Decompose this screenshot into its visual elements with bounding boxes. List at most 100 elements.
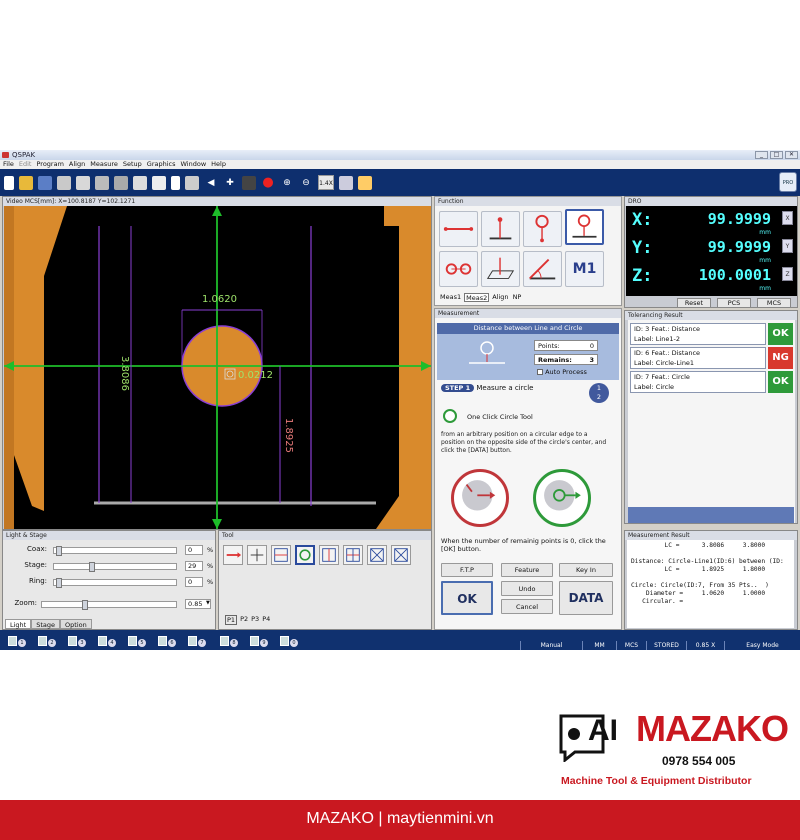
key-in-button[interactable]: Key In [559,563,613,577]
cross-box-tool-2-icon[interactable] [391,545,411,565]
zero-x-button[interactable]: X [782,211,793,225]
coax-value[interactable]: 0 [185,545,203,555]
line-distance-button[interactable] [439,211,478,247]
doc-slot-8-icon[interactable]: 8 [220,636,238,648]
tab-np[interactable]: NP [512,293,523,302]
ftp-button[interactable]: F.T.P [441,563,493,577]
crosshair-tool-icon[interactable] [247,545,267,565]
feature-button[interactable]: Feature [501,563,553,577]
doc-slot-6-icon[interactable]: 6 [158,636,176,648]
menu-help[interactable]: Help [211,160,226,169]
grid-icon[interactable] [339,175,353,190]
plane-point-button[interactable] [481,251,520,287]
tool-page-p2[interactable]: P2 [240,615,248,625]
circle-tool-right-icon[interactable] [533,469,591,527]
tab-stage[interactable]: Stage [31,619,61,629]
zero-y-button[interactable]: Y [782,239,793,253]
tolerance-row[interactable]: ID: 3 Feat.: Distance Label: Line1-2 [630,323,766,345]
undo-button[interactable]: Undo [501,581,553,596]
speaker-icon[interactable]: ◀ [204,176,218,190]
reset-button[interactable]: Reset [677,298,711,308]
mcs-button[interactable]: MCS [757,298,791,308]
stage-value[interactable]: 29 [185,561,203,571]
slider-thumb[interactable] [81,600,88,610]
stage-slider[interactable] [53,562,177,572]
zoom-out-icon[interactable]: ⊖ [299,176,313,190]
copy-icon[interactable] [76,175,90,190]
point-line-button[interactable] [481,211,520,247]
menu-program[interactable]: Program [36,160,63,169]
slider-thumb[interactable] [56,546,62,556]
doc-slot-9-icon[interactable]: 9 [250,636,268,648]
maximize-button[interactable]: □ [770,151,783,159]
tool-page-p3[interactable]: P3 [251,615,259,625]
tolerance-row[interactable]: ID: 7 Feat.: Circle Label: Circle [630,371,766,393]
data-button[interactable]: DATA [559,581,613,615]
print-icon[interactable] [57,175,71,190]
tab-option[interactable]: Option [60,619,92,629]
save-icon[interactable] [38,175,52,190]
doc-slot-4-icon[interactable]: 4 [98,636,116,648]
zoom-slider[interactable] [41,600,177,610]
minimize-button[interactable]: _ [755,151,768,159]
zoom-in-icon[interactable]: ⊕ [280,176,294,190]
pro-badge[interactable]: PRO [779,172,797,192]
doc-slot-1-icon[interactable]: 1 [8,636,26,648]
ok-button[interactable]: OK [441,581,493,615]
doc-slot-7-icon[interactable]: 7 [188,636,206,648]
circle-tool-icon[interactable] [295,545,315,565]
tool-page-p4[interactable]: P4 [262,615,270,625]
doc-slot-2-icon[interactable]: 2 [38,636,56,648]
open-folder-icon[interactable] [19,175,33,190]
menu-file[interactable]: File [3,160,14,169]
tab-meas1[interactable]: Meas1 [439,293,462,302]
two-circles-button[interactable] [439,251,478,287]
image-icon[interactable] [358,175,372,190]
cancel-button[interactable]: Cancel [501,599,553,614]
zero-z-button[interactable]: Z [782,267,793,281]
pcs-button[interactable]: PCS [717,298,751,308]
stack-icon[interactable] [133,175,147,190]
probe-icon[interactable] [242,175,256,190]
cross-box-tool-icon[interactable] [367,545,387,565]
tab-meas2[interactable]: Meas2 [464,293,490,302]
paste-icon[interactable] [95,175,109,190]
menu-edit[interactable]: Edit [19,160,32,169]
arrow-tool-icon[interactable] [223,545,243,565]
circle-point-button[interactable] [523,211,562,247]
tab-align[interactable]: Align [491,293,509,302]
box-tool-icon[interactable] [319,545,339,565]
footer-text[interactable]: MAZAKO | maytienmini.vn [306,810,493,827]
split-tool-icon[interactable] [343,545,363,565]
docs-icon[interactable] [185,175,199,190]
axis-icon[interactable]: ✚ [223,176,237,190]
edge-tool-icon[interactable] [271,545,291,565]
circle-tool-left-icon[interactable] [451,469,509,527]
new-file-icon[interactable] [4,175,14,190]
doc-slot-0-icon[interactable]: 0 [280,636,298,648]
menu-align[interactable]: Align [69,160,85,169]
menu-setup[interactable]: Setup [123,160,142,169]
auto-process-checkbox[interactable]: Auto Process [537,368,587,376]
ring-value[interactable]: 0 [185,577,203,587]
circle-line-button[interactable] [565,209,604,245]
tab-light[interactable]: Light [5,619,32,629]
tolerance-row[interactable]: ID: 6 Feat.: Distance Label: Circle-Line… [630,347,766,369]
tool-page-p1[interactable]: P1 [225,615,238,625]
edit-doc-icon[interactable] [152,175,166,190]
menu-window[interactable]: Window [181,160,207,169]
slider-thumb[interactable] [56,578,62,588]
doc-icon[interactable] [171,175,180,190]
menu-graphics[interactable]: Graphics [147,160,176,169]
zoom-level[interactable]: 1.4X [318,175,334,190]
record-icon[interactable]: ● [261,175,275,190]
doc-slot-3-icon[interactable]: 3 [68,636,86,648]
close-button[interactable]: ✕ [785,151,798,159]
angle-button[interactable] [523,251,562,287]
coax-slider[interactable] [53,546,177,556]
ring-slider[interactable] [53,578,177,588]
menu-measure[interactable]: Measure [90,160,118,169]
video-view[interactable]: 1.0620 3.8086 1.8925 0.0212 [4,206,431,529]
macro-m1-button[interactable]: M1 [565,251,604,287]
slider-thumb[interactable] [89,562,96,572]
